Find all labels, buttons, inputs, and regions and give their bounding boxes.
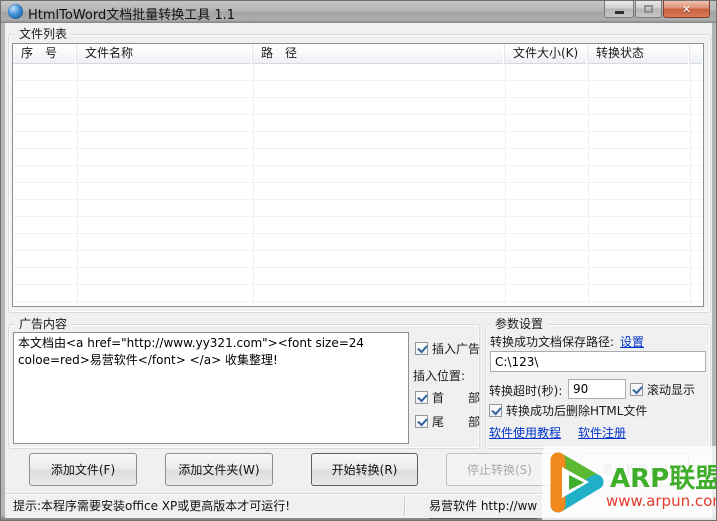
minimize-icon bbox=[614, 11, 624, 14]
add-folder-button[interactable]: 添加文件夹(W) bbox=[165, 453, 273, 486]
add-file-button[interactable]: 添加文件(F) bbox=[29, 453, 137, 486]
column-header-status[interactable]: 转换状态 bbox=[588, 44, 690, 64]
save-path-input[interactable] bbox=[490, 351, 706, 372]
column-separator bbox=[77, 64, 78, 306]
globe-icon bbox=[8, 4, 23, 19]
start-convert-button[interactable]: 开始转换(R) bbox=[311, 453, 418, 486]
scroll-display-label: 滚动显示 bbox=[647, 383, 696, 397]
status-divider bbox=[404, 497, 405, 516]
file-table: 序 号 文件名称 路 径 文件大小(K) 转换状态 bbox=[12, 43, 704, 307]
status-tip: 提示:本程序需要安装office XP或更高版本才可运行! bbox=[13, 499, 291, 513]
column-separator bbox=[690, 64, 691, 306]
window-title: HtmlToWord文档批量转换工具 1.1 bbox=[28, 8, 236, 23]
checkbox-checked-icon bbox=[415, 415, 428, 428]
maximize-button[interactable] bbox=[635, 1, 662, 18]
maximize-icon bbox=[644, 5, 653, 13]
file-table-body[interactable] bbox=[13, 64, 703, 306]
ad-textarea-border: 本文档由<a href="http://www.yy321.com"><font… bbox=[13, 332, 409, 444]
column-header-filename[interactable]: 文件名称 bbox=[77, 44, 253, 64]
play-logo-icon bbox=[550, 452, 604, 513]
file-table-header: 序 号 文件名称 路 径 文件大小(K) 转换状态 bbox=[13, 44, 703, 64]
file-list-group-label: 文件列表 bbox=[15, 27, 72, 42]
close-icon: ✕ bbox=[681, 2, 692, 16]
watermark-url: www.arpun.com bbox=[606, 492, 717, 510]
insert-head-checkbox[interactable]: 首 部 bbox=[415, 389, 480, 406]
ad-content-input[interactable]: 本文档由<a href="http://www.yy321.com"><font… bbox=[14, 333, 408, 443]
close-button[interactable]: ✕ bbox=[663, 1, 710, 18]
settings-group-label: 参数设置 bbox=[491, 317, 548, 332]
checkbox-checked-icon bbox=[415, 391, 428, 404]
delete-html-checkbox[interactable]: 转换成功后删除HTML文件 bbox=[489, 402, 647, 419]
checkbox-checked-icon bbox=[630, 383, 643, 396]
register-link[interactable]: 软件注册 bbox=[578, 424, 626, 441]
delete-html-label: 转换成功后删除HTML文件 bbox=[506, 404, 648, 418]
column-header-spare bbox=[690, 44, 703, 64]
minimize-button[interactable] bbox=[604, 1, 634, 18]
watermark-title: ARP联盟 bbox=[610, 464, 717, 494]
status-site-link[interactable]: 易营软件 http://ww bbox=[429, 494, 538, 519]
timeout-input[interactable] bbox=[568, 379, 626, 399]
window-frame-left bbox=[1, 23, 5, 518]
checkbox-checked-icon bbox=[415, 342, 428, 355]
column-header-index[interactable]: 序 号 bbox=[13, 44, 77, 64]
tutorial-link[interactable]: 软件使用教程 bbox=[489, 424, 561, 441]
timeout-label: 转换超时(秒): bbox=[489, 384, 563, 398]
save-path-label: 转换成功文档保存路径: bbox=[490, 335, 615, 349]
stop-convert-button[interactable]: 停止转换(S) bbox=[446, 453, 553, 486]
insert-tail-checkbox[interactable]: 尾 部 bbox=[415, 413, 480, 430]
column-separator bbox=[253, 64, 254, 306]
window-frame-right bbox=[712, 23, 716, 518]
watermark: ARP联盟 www.arpun.com bbox=[542, 446, 717, 520]
set-path-link[interactable]: 设置 bbox=[620, 333, 644, 350]
checkbox-checked-icon bbox=[489, 404, 502, 417]
ad-group-label: 广告内容 bbox=[15, 317, 72, 332]
column-separator bbox=[505, 64, 506, 306]
insert-ad-label: 插入广告 bbox=[432, 342, 481, 356]
insert-tail-label: 尾 部 bbox=[432, 415, 481, 429]
column-header-path[interactable]: 路 径 bbox=[253, 44, 505, 64]
insert-head-label: 首 部 bbox=[432, 391, 481, 405]
insert-position-label: 插入位置: bbox=[413, 369, 466, 383]
app-window: HtmlToWord文档批量转换工具 1.1 ✕ 文件列表 序 号 文件名称 路… bbox=[0, 0, 717, 521]
column-header-filesize[interactable]: 文件大小(K) bbox=[505, 44, 588, 64]
column-separator bbox=[588, 64, 589, 306]
scroll-display-checkbox[interactable]: 滚动显示 bbox=[630, 381, 695, 398]
insert-ad-checkbox[interactable]: 插入广告 bbox=[415, 340, 480, 357]
